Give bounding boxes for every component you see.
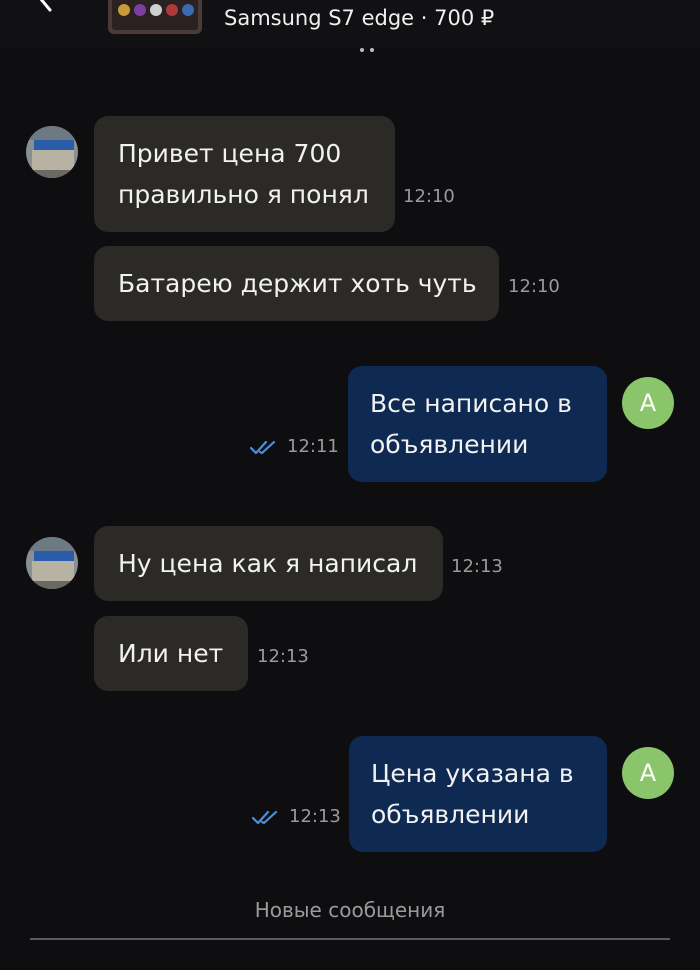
message-text: правильно я понял: [118, 180, 369, 209]
message-bubble-incoming[interactable]: Или нет: [94, 616, 248, 691]
user-avatar[interactable]: A: [622, 377, 674, 429]
user-avatar[interactable]: A: [622, 747, 674, 799]
message-text: Батарею держит хоть чуть: [118, 269, 477, 298]
ad-thumbnail[interactable]: [108, 0, 202, 34]
message-text: объявлении: [371, 800, 530, 829]
dots-icon: [360, 48, 374, 52]
message-text: объявлении: [370, 430, 529, 459]
message-text: Ну цена как я написал: [118, 549, 418, 578]
message-bubble-incoming[interactable]: Привет цена 700 правильно я понял: [94, 116, 395, 232]
message-text: Привет цена 700: [118, 139, 342, 168]
chevron-left-icon: [39, 0, 52, 12]
chat-header: Samsung S7 edge · 700 ₽: [0, 0, 700, 52]
message-time: 12:13: [289, 806, 341, 827]
message-time: 12:11: [287, 436, 339, 457]
double-check-icon: [252, 810, 278, 825]
message-bubble-outgoing[interactable]: Цена указана в объявлении: [349, 736, 607, 852]
message-bubble-incoming[interactable]: Батарею держит хоть чуть: [94, 246, 499, 321]
ad-title[interactable]: Samsung S7 edge · 700 ₽: [224, 6, 494, 30]
seller-avatar[interactable]: [26, 537, 78, 589]
divider: [30, 938, 670, 940]
message-time: 12:13: [451, 556, 503, 577]
message-time: 12:10: [508, 276, 560, 297]
message-bubble-outgoing[interactable]: Все написано в объявлении: [348, 366, 607, 482]
message-time: 12:13: [257, 646, 309, 667]
back-button[interactable]: [20, 0, 60, 20]
message-text: Все написано в: [370, 389, 572, 418]
message-bubble-incoming[interactable]: Ну цена как я написал: [94, 526, 443, 601]
seller-avatar[interactable]: [26, 126, 78, 178]
message-text: Цена указана в: [371, 759, 574, 788]
message-text: Или нет: [118, 639, 224, 668]
double-check-icon: [250, 440, 276, 455]
new-messages-label: Новые сообщения: [254, 898, 446, 922]
message-time: 12:10: [403, 186, 455, 207]
